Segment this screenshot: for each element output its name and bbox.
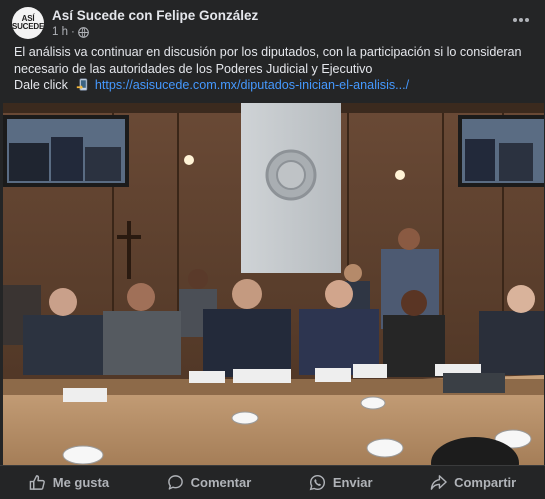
avatar[interactable]: ASÍ SUCEDE [12, 7, 44, 39]
share-arrow-icon [430, 475, 447, 490]
thumbs-up-icon [29, 475, 45, 490]
post-photo[interactable] [3, 103, 544, 465]
post-meta: 1 h · [52, 26, 89, 38]
article-link[interactable]: https://asisucede.com.mx/diputados-inici… [95, 77, 409, 94]
comment-button[interactable]: Comentar [157, 470, 262, 495]
post-text: El análisis va continuar en discusión po… [14, 44, 534, 94]
page-name[interactable]: Así Sucede con Felipe González [52, 8, 258, 23]
like-label: Me gusta [52, 475, 110, 490]
post-text-line: El análisis va continuar en discusión po… [14, 45, 522, 59]
post-header: ASÍ SUCEDE Así Sucede con Felipe Gonzále… [0, 0, 545, 44]
link-line: Dale click https://asisucede.com.mx/dipu… [14, 77, 534, 94]
comment-icon [167, 475, 183, 490]
link-prefix: Dale click [14, 78, 68, 92]
comment-label: Comentar [190, 475, 252, 490]
send-whatsapp-button[interactable]: Enviar [299, 470, 383, 495]
avatar-logo: ASÍ SUCEDE [12, 14, 44, 31]
more-options-icon [513, 18, 529, 22]
share-label: Compartir [454, 475, 517, 490]
more-options-button[interactable] [507, 8, 535, 32]
post-text-line: necesario de las autoridades de los Pode… [14, 61, 373, 76]
post-time[interactable]: 1 h [52, 26, 68, 38]
like-button[interactable]: Me gusta [19, 470, 119, 495]
globe-icon [77, 26, 89, 38]
meeting-photo [3, 103, 544, 465]
mobile-phone-pointing-icon [76, 78, 88, 91]
facebook-post: ASÍ SUCEDE Así Sucede con Felipe Gonzále… [0, 0, 545, 499]
share-button[interactable]: Compartir [420, 470, 526, 495]
send-label: Enviar [332, 475, 373, 490]
post-actions: Me gusta Comentar Enviar Compartir [0, 465, 545, 499]
whatsapp-icon [309, 474, 325, 491]
meta-separator: · [71, 26, 75, 38]
